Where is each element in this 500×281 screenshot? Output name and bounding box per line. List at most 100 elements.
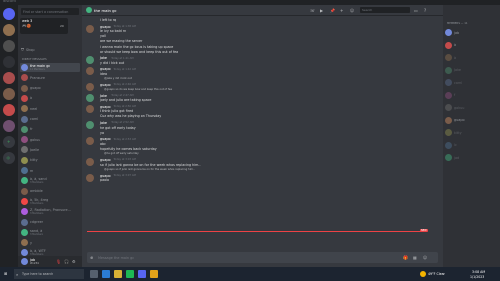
edge-icon[interactable] <box>102 270 110 278</box>
search-input[interactable]: Search <box>360 7 410 13</box>
message-author[interactable]: Jake <box>100 94 107 98</box>
dm-item[interactable]: kitty <box>20 156 80 165</box>
message-author[interactable]: guapo <box>100 105 111 109</box>
avatar[interactable] <box>86 121 94 129</box>
chrome-icon[interactable] <box>150 270 158 278</box>
server-icon[interactable] <box>3 120 15 132</box>
server-icon[interactable] <box>3 56 15 68</box>
server-card[interactable]: web 3 🎮🏀 20 <box>20 18 68 34</box>
task-view-icon[interactable] <box>90 270 98 278</box>
avatar[interactable] <box>86 137 94 146</box>
server-icon[interactable] <box>3 104 15 116</box>
avatar[interactable] <box>86 173 94 182</box>
member-item[interactable]: à <box>445 41 498 50</box>
message-author[interactable]: guapo <box>100 137 111 141</box>
explore-icon[interactable]: ◎ <box>3 152 15 164</box>
dm-item[interactable]: sand, à3 Members <box>20 228 80 237</box>
members-icon[interactable]: ☺ <box>350 8 354 13</box>
member-item[interactable]: caml <box>445 78 498 87</box>
gift-icon[interactable]: 🎁 <box>403 255 408 260</box>
dm-item[interactable]: cdgreer <box>20 218 80 227</box>
dm-section-label: DIRECT MESSAGES <box>22 58 47 61</box>
avatar[interactable] <box>86 67 94 76</box>
dm-item[interactable]: Z, Radiation, Pransure... 3 Members <box>20 207 80 216</box>
member-item[interactable]: gokuu <box>445 103 498 112</box>
mute-icon[interactable]: 🎙 <box>56 259 61 264</box>
avatar[interactable] <box>86 83 94 91</box>
server-icon[interactable] <box>3 24 15 36</box>
emoji-icon[interactable]: ☺ <box>423 255 427 260</box>
chat-panel: the main gc ☏ ▶ 📌 + ☺ Search ▭ ? i left … <box>82 5 443 267</box>
reply-preview: @guapo so do we keep bow and keep this o… <box>104 87 172 91</box>
member-item[interactable]: guapo <box>445 116 498 125</box>
avatar <box>21 115 28 123</box>
member-item[interactable]: jad <box>445 153 498 162</box>
member-item[interactable]: Jake <box>445 66 498 75</box>
add-server-icon[interactable]: + <box>3 136 15 148</box>
message-author[interactable]: guapo <box>100 25 111 29</box>
gear-icon[interactable]: ⚙ <box>72 259 76 264</box>
weather-icon <box>420 271 426 277</box>
home-button[interactable] <box>3 8 15 20</box>
dm-item-text: à <box>30 96 32 100</box>
dm-item[interactable]: gokuu <box>20 135 80 144</box>
avatar[interactable] <box>86 104 94 113</box>
avatar[interactable] <box>86 93 94 102</box>
dm-item[interactable]: ambble <box>20 187 80 196</box>
dm-item[interactable]: y <box>20 238 80 247</box>
message-author[interactable]: guapo <box>100 174 111 178</box>
server-icon[interactable] <box>3 40 15 52</box>
dm-item[interactable]: guapo <box>20 84 80 93</box>
message-author[interactable]: Jake <box>100 56 107 60</box>
avatar[interactable] <box>21 258 28 265</box>
dm-item[interactable]: Pransure <box>20 73 80 82</box>
discord-taskbar-icon[interactable] <box>138 270 146 278</box>
avatar <box>21 136 28 144</box>
dm-item[interactable]: Joelle <box>20 145 80 154</box>
message-author[interactable]: guapo <box>100 158 111 162</box>
message-author[interactable]: Jake <box>100 121 107 125</box>
server-icon[interactable] <box>3 72 15 84</box>
shop-link[interactable]: ⛉ Shop <box>20 45 80 54</box>
add-member-icon[interactable]: + <box>340 8 343 13</box>
windows-start-icon[interactable]: ⊞ <box>4 271 7 276</box>
taskbar-search[interactable]: ⌕ Type here to search <box>14 269 84 279</box>
call-icon[interactable]: ☏ <box>310 8 315 13</box>
attach-icon[interactable]: ⊕ <box>90 255 93 260</box>
member-item[interactable]: à <box>445 53 498 62</box>
dm-item[interactable]: the main gc 11 Members <box>20 63 80 72</box>
message-input[interactable] <box>98 254 378 261</box>
dm-item-label: Joelle <box>30 147 40 152</box>
pin-icon[interactable]: 📌 <box>330 8 335 13</box>
inbox-icon[interactable]: ▭ <box>414 8 418 13</box>
member-item[interactable]: jab <box>445 28 498 37</box>
member-item[interactable]: kitty <box>445 128 498 137</box>
gif-icon[interactable]: ▦ <box>413 255 417 260</box>
help-icon[interactable]: ? <box>424 8 426 13</box>
deafen-icon[interactable]: 🎧 <box>64 259 69 264</box>
spotify-icon[interactable] <box>126 270 134 278</box>
member-item[interactable]: lc <box>445 141 498 150</box>
avatar[interactable] <box>86 56 94 65</box>
dm-item[interactable]: à <box>20 94 80 103</box>
avatar[interactable] <box>86 158 94 166</box>
message-author[interactable]: guapo <box>100 83 111 87</box>
dm-item[interactable]: m <box>20 166 80 175</box>
avatar[interactable] <box>86 24 94 33</box>
dm-item[interactable]: caml <box>20 115 80 124</box>
dm-item[interactable]: fr <box>20 125 80 134</box>
dm-item-label: à <box>30 96 33 101</box>
find-conversation-input[interactable]: Find or start a conversation <box>21 8 79 15</box>
dm-item[interactable]: à, 5k, 4reg 3 Members <box>20 197 80 206</box>
dm-item-label: Pransure <box>30 75 45 80</box>
message-author[interactable]: guapo <box>100 67 111 71</box>
video-icon[interactable]: ▶ <box>320 8 323 13</box>
avatar <box>21 74 28 82</box>
message-text: le ivy so bald rn <box>100 29 127 34</box>
avatar <box>21 218 28 226</box>
server-icon[interactable] <box>3 88 15 100</box>
dm-item[interactable]: neel <box>20 104 80 113</box>
file-explorer-icon[interactable] <box>114 270 122 278</box>
member-item[interactable]: f <box>445 91 498 100</box>
dm-item[interactable]: à, à, sand 3 Members <box>20 176 80 185</box>
